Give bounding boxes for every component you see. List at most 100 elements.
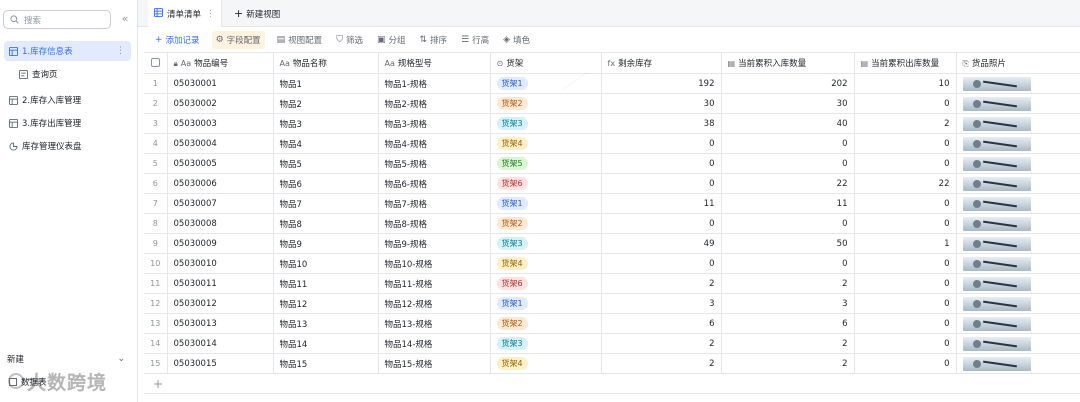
table-row[interactable]: 13 05030013 物品13 物品13-规格 货架2 6 6 0 — [144, 313, 1080, 334]
cell-outbound-total[interactable]: 22 — [854, 173, 957, 194]
product-photo-thumbnail[interactable] — [962, 236, 1031, 251]
cell-inbound-total[interactable]: 202 — [721, 73, 855, 94]
cell-code[interactable]: 05030010 — [167, 253, 274, 274]
cell-photo[interactable] — [956, 153, 1080, 174]
cell-spec[interactable]: 物品10-规格 — [378, 253, 491, 274]
table-row[interactable]: 9 05030009 物品9 物品9-规格 货架3 49 50 1 — [144, 233, 1080, 254]
cell-inbound-total[interactable]: 0 — [721, 213, 855, 234]
column-header-code[interactable]: 🔒︎ Aa 物品编号 — [167, 52, 274, 74]
table-row[interactable]: 8 05030008 物品8 物品8-规格 货架2 0 0 0 — [144, 213, 1080, 234]
cell-spec[interactable]: 物品11-规格 — [378, 273, 491, 294]
cell-photo[interactable] — [956, 113, 1080, 134]
cell-outbound-total[interactable]: 0 — [854, 193, 957, 214]
search-input[interactable]: 搜索 — [3, 10, 111, 29]
cell-shelf[interactable]: 货架1 — [490, 293, 602, 314]
cell-shelf[interactable]: 货架5 — [490, 153, 602, 174]
table-row[interactable]: 12 05030012 物品12 物品12-规格 货架1 3 3 0 — [144, 293, 1080, 314]
cell-shelf[interactable]: 货架3 — [490, 233, 602, 254]
cell-name[interactable]: 物品8 — [273, 213, 379, 234]
cell-stock[interactable]: 0 — [601, 213, 722, 234]
cell-spec[interactable]: 物品7-规格 — [378, 193, 491, 214]
cell-outbound-total[interactable]: 0 — [854, 133, 957, 154]
cell-outbound-total[interactable]: 1 — [854, 233, 957, 254]
cell-photo[interactable] — [956, 213, 1080, 234]
cell-stock[interactable]: 2 — [601, 273, 722, 294]
cell-outbound-total[interactable]: 0 — [854, 153, 957, 174]
table-row[interactable]: 5 05030005 物品5 物品5-规格 货架5 0 0 0 — [144, 153, 1080, 174]
cell-code[interactable]: 05030003 — [167, 113, 274, 134]
cell-photo[interactable] — [956, 93, 1080, 114]
cell-name[interactable]: 物品11 — [273, 273, 379, 294]
product-photo-thumbnail[interactable] — [962, 356, 1031, 371]
cell-inbound-total[interactable]: 30 — [721, 93, 855, 114]
sort-button[interactable]: ⇅ 排序 — [418, 31, 450, 49]
cell-inbound-total[interactable]: 2 — [721, 273, 855, 294]
add-record-button[interactable]: + 添加记录 — [153, 31, 202, 49]
cell-outbound-total[interactable]: 0 — [854, 293, 957, 314]
cell-stock[interactable]: 6 — [601, 313, 722, 334]
cell-shelf[interactable]: 货架4 — [490, 353, 602, 374]
column-header-shelf[interactable]: ⊙ 货架 — [490, 52, 602, 74]
cell-spec[interactable]: 物品5-规格 — [378, 153, 491, 174]
cell-stock[interactable]: 2 — [601, 353, 722, 374]
cell-outbound-total[interactable]: 2 — [854, 113, 957, 134]
column-header-outbound-total[interactable]: ▤ 当前累积出库数量 — [854, 52, 957, 74]
cell-inbound-total[interactable]: 2 — [721, 353, 855, 374]
cell-spec[interactable]: 物品14-规格 — [378, 333, 491, 354]
cell-spec[interactable]: 物品3-规格 — [378, 113, 491, 134]
cell-stock[interactable]: 2 — [601, 333, 722, 354]
cell-code[interactable]: 05030013 — [167, 313, 274, 334]
cell-photo[interactable] — [956, 253, 1080, 274]
row-height-button[interactable]: ☰ 行高 — [459, 31, 491, 49]
product-photo-thumbnail[interactable] — [962, 136, 1031, 151]
cell-inbound-total[interactable]: 3 — [721, 293, 855, 314]
table-row[interactable]: 3 05030003 物品3 物品3-规格 货架3 38 40 2 — [144, 113, 1080, 134]
cell-stock[interactable]: 38 — [601, 113, 722, 134]
cell-inbound-total[interactable]: 11 — [721, 193, 855, 214]
cell-name[interactable]: 物品6 — [273, 173, 379, 194]
tab-view-list[interactable]: 清单清单 ⋮ — [148, 0, 222, 27]
sidebar-item-outbound[interactable]: 3.库存出库管理 — [4, 113, 131, 133]
cell-stock[interactable]: 30 — [601, 93, 722, 114]
cell-inbound-total[interactable]: 2 — [721, 333, 855, 354]
cell-photo[interactable] — [956, 233, 1080, 254]
cell-name[interactable]: 物品9 — [273, 233, 379, 254]
cell-inbound-total[interactable]: 0 — [721, 153, 855, 174]
view-config-button[interactable]: ▤ 视图配置 — [275, 31, 325, 49]
cell-outbound-total[interactable]: 0 — [854, 353, 957, 374]
product-photo-thumbnail[interactable] — [962, 76, 1031, 91]
table-row[interactable]: 14 05030014 物品14 物品14-规格 货架3 2 2 0 — [144, 333, 1080, 354]
cell-photo[interactable] — [956, 273, 1080, 294]
table-row[interactable]: 15 05030015 物品15 物品15-规格 货架4 2 2 0 — [144, 353, 1080, 374]
cell-shelf[interactable]: 货架2 — [490, 213, 602, 234]
product-photo-thumbnail[interactable] — [962, 296, 1031, 311]
column-header-name[interactable]: Aa 物品名称 — [273, 52, 379, 74]
cell-code[interactable]: 05030009 — [167, 233, 274, 254]
cell-stock[interactable]: 11 — [601, 193, 722, 214]
product-photo-thumbnail[interactable] — [962, 216, 1031, 231]
cell-outbound-total[interactable]: 0 — [854, 93, 957, 114]
cell-spec[interactable]: 物品15-规格 — [378, 353, 491, 374]
cell-name[interactable]: 物品3 — [273, 113, 379, 134]
cell-code[interactable]: 05030012 — [167, 293, 274, 314]
sidebar-item-query-page[interactable]: 查询页 — [4, 64, 131, 84]
cell-code[interactable]: 05030008 — [167, 213, 274, 234]
cell-name[interactable]: 物品13 — [273, 313, 379, 334]
cell-outbound-total[interactable]: 0 — [854, 333, 957, 354]
cell-spec[interactable]: 物品4-规格 — [378, 133, 491, 154]
cell-name[interactable]: 物品1 — [273, 73, 379, 94]
sidebar-item-inbound[interactable]: 2.库存入库管理 — [4, 90, 131, 110]
cell-code[interactable]: 05030001 — [167, 73, 274, 94]
cell-photo[interactable] — [956, 313, 1080, 334]
cell-photo[interactable] — [956, 293, 1080, 314]
cell-code[interactable]: 05030004 — [167, 133, 274, 154]
cell-name[interactable]: 物品2 — [273, 93, 379, 114]
cell-spec[interactable]: 物品6-规格 — [378, 173, 491, 194]
cell-spec[interactable]: 物品2-规格 — [378, 93, 491, 114]
table-row[interactable]: 6 05030006 物品6 物品6-规格 货架6 0 22 22 — [144, 173, 1080, 194]
product-photo-thumbnail[interactable] — [962, 336, 1031, 351]
column-header-spec[interactable]: Aa 规格型号 — [378, 52, 491, 74]
cell-shelf[interactable]: 货架3 — [490, 113, 602, 134]
cell-code[interactable]: 05030006 — [167, 173, 274, 194]
product-photo-thumbnail[interactable] — [962, 96, 1031, 111]
